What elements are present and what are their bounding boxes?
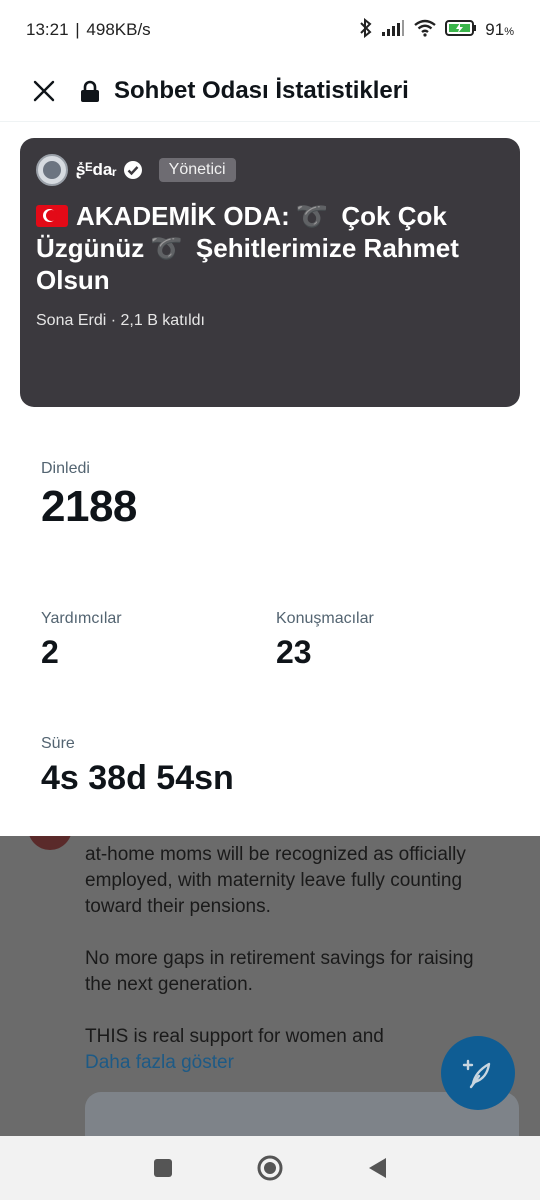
space-title: AKADEMİK ODA: ➰ Çok Çok Üzgünüz ➰ Şehitler…: [36, 200, 504, 296]
post-avatar: [28, 836, 72, 850]
ribbon-icon: ➰: [295, 201, 329, 231]
system-nav-bar: [0, 1136, 540, 1200]
background-overlay[interactable]: at-home moms will be recognized as offic…: [0, 836, 540, 1136]
status-bar: 13:21 | 498KB/s 91%: [0, 0, 540, 60]
back-button[interactable]: [357, 1148, 397, 1188]
status-divider: |: [70, 20, 85, 39]
stats-row: Yardımcılar 2 Konuşmacılar 23: [41, 610, 511, 735]
status-right: 91%: [359, 17, 514, 43]
speakers-stat: Konuşmacılar 23: [276, 610, 511, 735]
post-paragraph-3: THIS is real support for women and: [85, 1026, 384, 1047]
role-badge: Yönetici: [158, 158, 236, 182]
listened-value: 2188: [41, 482, 137, 531]
space-card[interactable]: ʂ̽ᴱdaᵣ Yönetici AKADEMİK ODA: ➰ Çok Çok Ü…: [20, 138, 520, 407]
signal-icon: [381, 19, 405, 42]
status-time: 13:21: [26, 20, 69, 39]
participant-count: 2,1 B katıldı: [120, 312, 206, 329]
page-title: Sohbet Odası İstatistikleri: [114, 76, 409, 104]
title-part1: AKADEMİK ODA:: [76, 201, 290, 231]
cohosts-stat: Yardımcılar 2: [41, 610, 276, 735]
listened-label: Dinledi: [41, 460, 90, 477]
ribbon-icon-2: ➰: [150, 233, 183, 263]
bluetooth-icon: [359, 17, 373, 43]
post-paragraph-2: No more gaps in retirement savings for r…: [85, 948, 474, 995]
circle-icon: [257, 1155, 283, 1181]
host-name: ʂ̽ᴱdaᵣ: [76, 160, 117, 179]
network-speed: 498KB/s: [86, 20, 151, 39]
close-icon: [33, 80, 55, 101]
compose-feather-icon: [462, 1059, 491, 1089]
battery-icon: [445, 19, 477, 42]
battery-level: 91%: [485, 20, 514, 39]
cohosts-label: Yardımcılar: [41, 610, 122, 627]
host-avatar[interactable]: [36, 154, 68, 186]
duration-value: 4s 38d 54sn: [41, 759, 234, 797]
post-text: at-home moms will be recognized as offic…: [85, 842, 505, 1076]
speakers-value: 23: [276, 634, 312, 670]
speakers-label: Konuşmacılar: [276, 610, 374, 627]
cohosts-value: 2: [41, 634, 59, 670]
header: Sohbet Odası İstatistikleri: [0, 60, 540, 122]
space-status: Sona Erdi: [36, 312, 107, 329]
home-button[interactable]: [250, 1148, 290, 1188]
duration-label: Süre: [41, 735, 75, 752]
post-paragraph-1: at-home moms will be recognized as offic…: [85, 844, 466, 917]
status-left: 13:21 | 498KB/s: [26, 20, 151, 40]
triangle-back-icon: [368, 1158, 386, 1178]
compose-button[interactable]: [441, 1036, 515, 1110]
lock-icon: [80, 79, 102, 103]
wifi-icon: [413, 19, 437, 42]
verified-badge-icon: [123, 161, 142, 179]
meta-separator: ·: [110, 312, 117, 329]
duration-stat: Süre 4s 38d 54sn: [41, 735, 511, 798]
square-icon: [154, 1159, 173, 1177]
stats-section: Dinledi 2188 Yardımcılar 2 Konuşmacılar …: [41, 440, 511, 798]
host-row: ʂ̽ᴱdaᵣ Yönetici: [36, 154, 504, 186]
close-button[interactable]: [24, 71, 64, 111]
listened-stat: Dinledi 2188: [41, 460, 511, 610]
turkey-flag-icon: [36, 205, 68, 227]
recents-button[interactable]: [143, 1148, 183, 1188]
space-meta: Sona Erdi · 2,1 B katıldı: [36, 312, 504, 330]
